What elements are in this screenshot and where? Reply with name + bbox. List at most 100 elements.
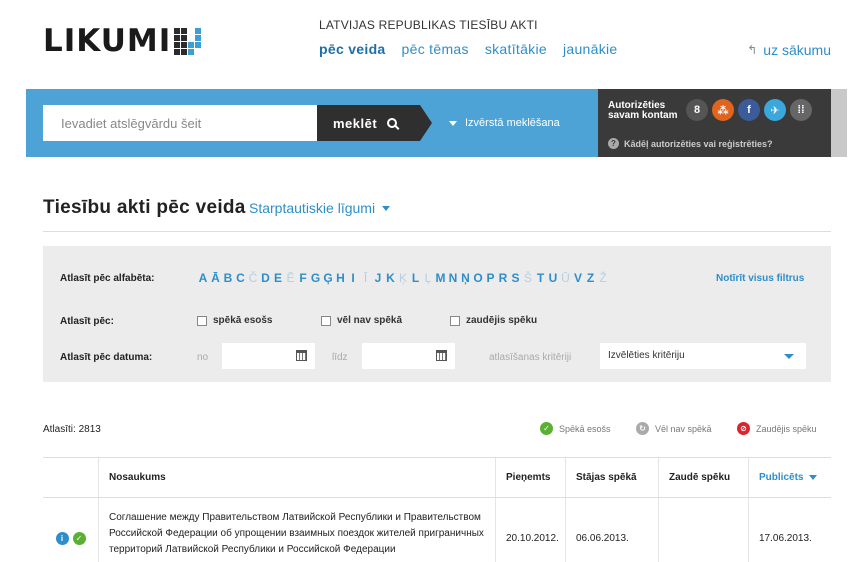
row-expires xyxy=(658,498,748,562)
main-nav: pēc veida pēc tēmas skatītākie jaunākie xyxy=(319,41,618,57)
why-register-link[interactable]: ? Kādēļ autorizēties vai reģistrēties? xyxy=(608,138,773,149)
more-login-icon[interactable]: ⁞⁞ xyxy=(790,99,812,121)
column-in-force[interactable]: Stājas spēkā xyxy=(565,458,658,497)
checkbox-label: vēl nav spēkā xyxy=(337,315,403,326)
twitter-icon[interactable]: ✈ xyxy=(764,99,786,121)
alphabet-letter[interactable]: H xyxy=(335,271,347,285)
alphabet-letter[interactable]: I xyxy=(347,271,359,285)
row-name[interactable]: Соглашение между Правительством Латвийск… xyxy=(98,498,495,562)
status-expired-checkbox[interactable]: zaudējis spēku xyxy=(450,315,537,326)
page-title: Tiesību akti pēc veida xyxy=(43,197,246,218)
status-not-yet-checkbox[interactable]: vēl nav spēkā xyxy=(321,315,402,326)
home-link-label: uz sākumu xyxy=(763,42,831,58)
results-table: Nosaukums Pieņemts Stājas spēkā Zaudē sp… xyxy=(43,457,831,562)
alphabet-letter[interactable]: F xyxy=(297,271,309,285)
calendar-icon[interactable] xyxy=(296,350,307,361)
pending-icon: ↻ xyxy=(636,422,649,435)
advanced-search-toggle[interactable]: Izvērstā meklēšana xyxy=(449,117,560,129)
alphabet-letter[interactable]: U xyxy=(547,271,559,285)
alphabet-letter[interactable]: R xyxy=(497,271,509,285)
home-link[interactable]: ↰ uz sākumu xyxy=(747,42,831,58)
alphabet-letter[interactable]: M xyxy=(435,271,447,285)
calendar-icon[interactable] xyxy=(436,350,447,361)
type-dropdown-value: Starptautiskie līgumi xyxy=(249,200,376,216)
alphabet-letter: Ļ xyxy=(424,271,432,285)
chevron-down-icon xyxy=(382,205,391,211)
checkbox[interactable] xyxy=(321,315,331,326)
column-name[interactable]: Nosaukums xyxy=(98,458,495,497)
social-login: 8 ⁂ f ✈ ⁞⁞ xyxy=(686,99,812,121)
prohibited-icon: ⊘ xyxy=(737,422,750,435)
legend-in-force: ✓ Spēkā esošs xyxy=(540,422,611,435)
alphabet-letter: Č xyxy=(248,271,258,285)
alphabet-letter: Ū xyxy=(561,271,570,285)
column-icons xyxy=(43,458,98,497)
date-to-input[interactable] xyxy=(362,343,455,369)
search-button[interactable]: meklēt xyxy=(317,105,432,141)
status-in-force-checkbox[interactable]: spēkā esošs xyxy=(197,315,273,326)
alphabet-letter[interactable]: O xyxy=(472,271,484,285)
back-arrow-icon: ↰ xyxy=(747,43,758,57)
column-published-label: Publicēts xyxy=(759,472,804,483)
alphabet-letter[interactable]: S xyxy=(510,271,522,285)
info-icon[interactable]: i xyxy=(55,531,69,545)
row-status: i ✓ xyxy=(43,498,98,562)
alphabet-letter[interactable]: B xyxy=(222,271,234,285)
nav-by-topic[interactable]: pēc tēmas xyxy=(402,41,469,57)
legend-label: Vēl nav spēkā xyxy=(655,423,712,434)
date-from-input[interactable] xyxy=(222,343,315,369)
column-published[interactable]: Publicēts xyxy=(748,458,831,497)
table-row[interactable]: i ✓ Соглашение между Правительством Латв… xyxy=(43,498,831,562)
row-in-force: 06.06.2013. xyxy=(565,498,658,562)
nav-most-viewed[interactable]: skatītākie xyxy=(485,41,547,57)
alphabet-letter: Ķ xyxy=(398,271,407,285)
legend-label: Zaudējis spēku xyxy=(756,423,817,434)
alphabet-letter[interactable]: Ā xyxy=(210,271,222,285)
type-dropdown[interactable]: Starptautiskie līgumi xyxy=(249,200,391,216)
legend-label: Spēkā esošs xyxy=(559,423,611,434)
date-to-label: līdz xyxy=(332,352,348,363)
nav-by-type[interactable]: pēc veida xyxy=(319,41,386,57)
alphabet-letter[interactable]: T xyxy=(535,271,547,285)
alphabet-letter[interactable]: Ģ xyxy=(322,271,334,285)
facebook-icon[interactable]: f xyxy=(738,99,760,121)
column-adopted[interactable]: Pieņemts xyxy=(495,458,565,497)
criteria-select[interactable]: Izvēlēties kritēriju xyxy=(600,343,806,369)
divider xyxy=(43,231,831,232)
alphabet-letter[interactable]: V xyxy=(572,271,584,285)
alphabet-letter[interactable]: E xyxy=(272,271,284,285)
logo[interactable]: LIKUMI xyxy=(43,26,202,57)
date-filter-label: Atlasīt pēc datuma: xyxy=(60,352,153,363)
advanced-search-label: Izvērstā meklēšana xyxy=(465,117,560,129)
alphabet-letter[interactable]: G xyxy=(310,271,322,285)
checkbox[interactable] xyxy=(450,315,460,326)
alphabet-letter[interactable]: Z xyxy=(585,271,597,285)
chevron-down-icon xyxy=(784,354,794,359)
alphabet-filter: AĀBCČDEĒFGĢHIĪJKĶLĻMNŅOPRSŠTUŪVZŽ xyxy=(197,271,610,285)
checkbox-label: zaudējis spēku xyxy=(466,315,538,326)
column-expires[interactable]: Zaudē spēku xyxy=(658,458,748,497)
draugiem-icon[interactable]: ⁂ xyxy=(712,99,734,121)
alphabet-letter[interactable]: C xyxy=(235,271,247,285)
site-subtitle: LATVIJAS REPUBLIKAS TIESĪBU AKTI xyxy=(319,18,538,32)
alphabet-letter[interactable]: K xyxy=(385,271,397,285)
alphabet-letter: Ž xyxy=(599,271,607,285)
alphabet-letter[interactable]: L xyxy=(410,271,422,285)
nav-newest[interactable]: jaunākie xyxy=(563,41,618,57)
row-adopted: 20.10.2012. xyxy=(495,498,565,562)
alphabet-letter[interactable]: J xyxy=(372,271,384,285)
alphabet-letter[interactable]: D xyxy=(260,271,272,285)
checkbox[interactable] xyxy=(197,315,207,326)
checkbox-label: spēkā esošs xyxy=(213,315,273,326)
alphabet-letter[interactable]: A xyxy=(197,271,209,285)
auth-panel: Autorizēties savam kontam 8 ⁂ f ✈ ⁞⁞ ? K… xyxy=(598,89,831,157)
alphabet-letter[interactable]: Ņ xyxy=(460,271,472,285)
alphabet-letter[interactable]: N xyxy=(447,271,459,285)
search-input[interactable] xyxy=(43,105,317,141)
google-icon[interactable]: 8 xyxy=(686,99,708,121)
alphabet-letter: Š xyxy=(523,271,532,285)
clear-filters-link[interactable]: Notīrīt visus filtrus xyxy=(716,273,804,284)
alphabet-letter[interactable]: P xyxy=(485,271,497,285)
auth-title[interactable]: Autorizēties savam kontam xyxy=(608,101,688,121)
legend-expired: ⊘ Zaudējis spēku xyxy=(737,422,817,435)
